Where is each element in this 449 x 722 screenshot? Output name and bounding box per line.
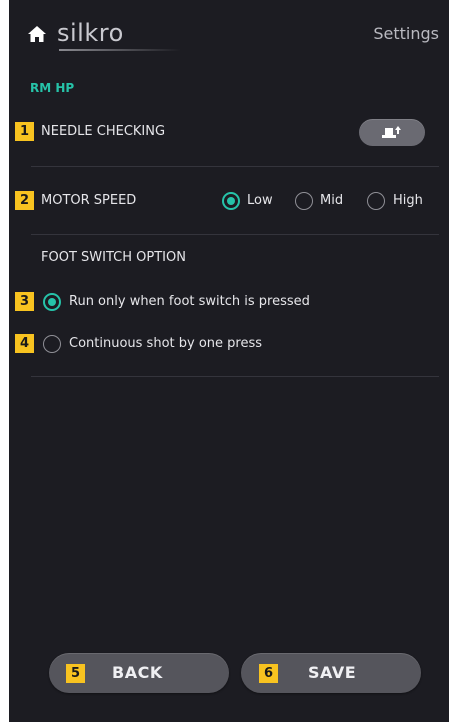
step-badge-1: 1 xyxy=(15,122,34,141)
divider xyxy=(31,376,439,377)
needle-checking-label: NEEDLE CHECKING xyxy=(41,124,166,139)
foot-switch-heading: FOOT SWITCH OPTION xyxy=(41,250,186,265)
page-title: Settings xyxy=(373,24,439,43)
motor-speed-low-radio[interactable] xyxy=(222,192,240,210)
header: silkro Settings xyxy=(9,0,449,70)
motor-speed-high-radio[interactable] xyxy=(367,192,385,210)
back-button-label: BACK xyxy=(112,663,163,682)
section-label: RM HP xyxy=(30,81,75,95)
logo-underline xyxy=(59,49,181,51)
step-badge-4: 4 xyxy=(15,334,34,353)
settings-screen: silkro Settings RM HP 1 NEEDLE CHECKING … xyxy=(9,0,449,722)
step-badge-3: 3 xyxy=(15,292,34,311)
home-icon[interactable] xyxy=(27,24,47,44)
divider xyxy=(31,234,439,235)
motor-speed-label: MOTOR SPEED xyxy=(41,193,137,208)
foot-run-while-pressed-label[interactable]: Run only when foot switch is pressed xyxy=(69,294,310,309)
motor-speed-low-label[interactable]: Low xyxy=(247,193,273,208)
brand-logo: silkro xyxy=(57,19,124,47)
motor-speed-mid-radio[interactable] xyxy=(295,192,313,210)
step-badge-2: 2 xyxy=(15,191,34,210)
needle-up-icon xyxy=(382,126,401,138)
save-button-label: SAVE xyxy=(308,663,357,682)
motor-speed-high-label[interactable]: High xyxy=(393,193,423,208)
save-button[interactable]: 6 SAVE xyxy=(241,653,421,693)
foot-continuous-shot-radio[interactable] xyxy=(43,335,61,353)
step-badge-6: 6 xyxy=(259,664,278,683)
foot-continuous-shot-label[interactable]: Continuous shot by one press xyxy=(69,336,262,351)
motor-speed-mid-label[interactable]: Mid xyxy=(320,193,343,208)
back-button[interactable]: 5 BACK xyxy=(49,653,229,693)
foot-run-while-pressed-radio[interactable] xyxy=(43,293,61,311)
divider xyxy=(31,166,439,167)
needle-checking-button[interactable] xyxy=(359,119,425,146)
step-badge-5: 5 xyxy=(66,664,85,683)
